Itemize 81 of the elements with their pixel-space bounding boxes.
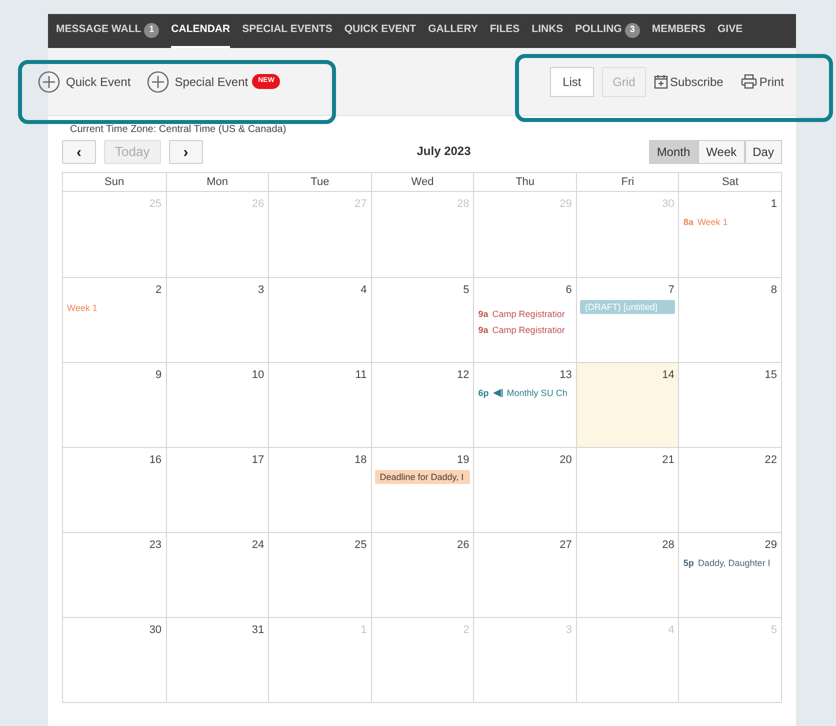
nav-tab[interactable]: POLLING 3 [575,14,640,48]
day-number: 31 [252,623,266,638]
day-number: 10 [252,368,266,383]
layout-toggle[interactable]: List [550,66,594,96]
add-event-button[interactable]: Quick Event [38,70,131,92]
view-tab[interactable]: Month [648,140,698,164]
calendar-event[interactable]: 9a Camp Registratior [474,306,576,320]
day-number: 4 [360,283,368,298]
calendar-event[interactable]: 5p Daddy, Daughter I [679,556,781,570]
view-tab[interactable]: Day [744,140,782,164]
day-number: 25 [354,538,368,553]
day-number: 4 [668,623,676,638]
previous-button[interactable]: ‹ [62,140,96,164]
day-number: 1 [770,197,778,212]
nav-tab[interactable]: QUICK EVENT [344,14,416,48]
day-number: 16 [149,453,163,468]
weekday-header: Wed [370,173,474,192]
day-number: 13 [560,368,573,383]
day-number: 17 [252,453,266,468]
add-event-button[interactable]: Special Event [146,70,248,92]
subscribe-link[interactable]: Subscribe [654,72,724,90]
day-number: 9 [155,368,163,383]
weekday-header: Sun [103,175,126,190]
day-number: 14 [662,368,676,383]
plus-circle-icon [146,70,169,92]
count-badge: 3 [624,22,640,38]
day-number: 23 [149,538,163,553]
next-button[interactable]: › [168,140,203,164]
weekday-header: Mon [166,173,268,192]
day-number: 30 [662,197,676,212]
day-number: 2 [155,283,163,298]
day-number: 28 [662,538,676,553]
calendar-plus-icon [654,74,668,89]
day-number: 24 [252,538,266,553]
plus-circle-icon [38,70,60,92]
month-title: July 2023 [416,143,471,160]
nav-tab[interactable]: SPECIAL EVENTS [242,14,332,48]
nav-tab[interactable]: GIVE [718,14,743,48]
print-link[interactable]: Print [741,72,784,90]
nav-tab[interactable]: MEMBERS [652,14,706,48]
printer-icon [741,74,758,89]
day-number: 8 [770,283,778,298]
calendar-event[interactable]: 9a Camp Registratior [474,322,576,336]
day-number: 15 [764,368,778,383]
day-number: 27 [560,538,573,553]
day-number: 5 [770,623,778,638]
day-number: 2 [463,623,470,638]
day-number: 18 [354,453,368,468]
view-tab[interactable]: Week [698,140,745,164]
nav-tab[interactable]: FILES [490,14,520,48]
day-number: 28 [457,197,470,212]
weekday-header: Tue [268,173,371,192]
day-number: 27 [354,197,368,212]
day-number: 26 [252,197,266,212]
day-number: 6 [566,283,573,298]
day-number: 20 [560,453,573,468]
day-number: 1 [360,623,368,638]
weekday-header: Sat [678,173,781,192]
day-number: 3 [566,623,573,638]
day-number: 25 [149,197,163,212]
timezone-label: Current Time Zone: Central Time (US & Canada) [69,123,288,136]
day-number: 22 [764,453,778,468]
day-number: 30 [149,623,163,638]
day-number: 21 [662,453,676,468]
weekday-header: Thu [473,173,576,192]
day-number: 7 [668,283,676,298]
day-number: 12 [457,368,470,383]
calendar-event[interactable]: 6p Monthly SU Ch [474,386,576,400]
nav-tab[interactable]: LINKS [532,14,564,48]
count-badge: 1 [144,22,160,38]
nav-tab[interactable]: GALLERY [428,14,478,48]
day-number: 26 [457,538,470,553]
day-number: 29 [560,197,573,212]
day-number: 3 [258,283,266,298]
event-bar[interactable]: Deadline for Daddy, I [374,470,470,484]
nav-tab[interactable]: MESSAGE WALL 1 [56,14,160,48]
day-number: 5 [463,283,470,298]
day-number: 11 [355,368,368,383]
weekday-header: Fri [576,173,678,192]
day-number: 29 [764,538,778,553]
day-number: 19 [457,453,470,468]
